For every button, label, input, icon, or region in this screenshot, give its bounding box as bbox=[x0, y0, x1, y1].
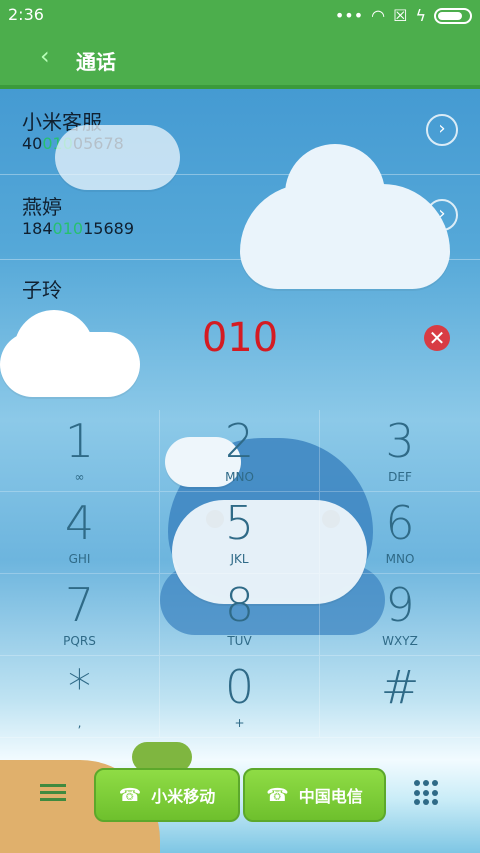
contact-name: 子玲 bbox=[22, 278, 62, 300]
dots-icon: ••• bbox=[334, 6, 364, 25]
key-3[interactable]: 3 DEF bbox=[320, 410, 480, 492]
charging-icon: ϟ bbox=[415, 6, 426, 25]
voicemail-icon: ∞ bbox=[74, 470, 85, 484]
sim1-label: 小米移动 bbox=[151, 787, 216, 806]
chevron-left-icon[interactable]: ‹ bbox=[40, 42, 50, 70]
bottom-bar: ☎ 小米移动 ☎ 中国电信 bbox=[0, 768, 480, 828]
number-suffix: 15689 bbox=[83, 219, 134, 238]
key-letters: + bbox=[234, 716, 245, 730]
key-digit: 1 bbox=[64, 414, 95, 468]
key-letters: MNO bbox=[225, 470, 254, 484]
key-digit: 3 bbox=[385, 414, 415, 468]
key-digit: 9 bbox=[385, 578, 415, 632]
dialpad: 1 ∞ 2 MNO 3 DEF 4 GHI 5 JKL 6 MNO 7 PQRS 8 TUV 9… bbox=[0, 410, 480, 738]
status-time: 2:36 bbox=[8, 5, 44, 24]
wifi-icon: ◠ bbox=[371, 6, 386, 25]
key-digit: # bbox=[380, 660, 420, 714]
key-letters: , bbox=[77, 716, 82, 730]
key-4[interactable]: 4 GHI bbox=[0, 492, 160, 574]
key-8[interactable]: 8 TUV bbox=[160, 574, 320, 656]
key-0[interactable]: 0 + bbox=[160, 656, 320, 738]
key-letters: MNO bbox=[385, 552, 415, 566]
page-title: 通话 bbox=[76, 50, 116, 74]
key-letters: DEF bbox=[388, 470, 412, 484]
dialpad-toggle-icon[interactable] bbox=[414, 780, 440, 806]
key-7[interactable]: 7 PQRS bbox=[0, 574, 160, 656]
key-6[interactable]: 6 MNO bbox=[320, 492, 480, 574]
backspace-icon[interactable]: ✕ bbox=[424, 325, 450, 351]
key-letters: TUV bbox=[227, 634, 252, 648]
key-9[interactable]: 9 WXYZ bbox=[320, 574, 480, 656]
call-sim2-button[interactable]: ☎ 中国电信 bbox=[243, 768, 386, 822]
key-hash[interactable]: # bbox=[320, 656, 480, 738]
key-2[interactable]: 2 MNO bbox=[160, 410, 320, 492]
key-digit: 8 bbox=[224, 578, 255, 632]
key-letters: GHI bbox=[68, 552, 91, 566]
phone-icon: ☎ bbox=[266, 784, 289, 806]
number-prefix: 184 bbox=[22, 219, 53, 238]
key-digit: 6 bbox=[385, 496, 415, 550]
key-letters: WXYZ bbox=[382, 634, 418, 648]
sim2-label: 中国电信 bbox=[298, 787, 363, 806]
key-digit: 2 bbox=[224, 414, 255, 468]
phone-icon: ☎ bbox=[118, 784, 142, 806]
contact-name: 燕婷 bbox=[22, 195, 62, 219]
sim-off-icon: ☒ bbox=[393, 6, 408, 25]
key-letters: PQRS bbox=[63, 634, 96, 648]
battery-icon bbox=[434, 7, 472, 24]
dialed-number: 010 bbox=[201, 315, 279, 361]
key-digit: 7 bbox=[64, 578, 95, 632]
cloud-decoration bbox=[55, 125, 180, 190]
menu-icon[interactable] bbox=[40, 780, 66, 802]
key-digit: 0 bbox=[224, 660, 255, 714]
call-sim1-button[interactable]: ☎ 小米移动 bbox=[94, 768, 240, 822]
contact-number: 18401015689 bbox=[22, 219, 134, 238]
header: ‹ 通话 bbox=[0, 30, 480, 89]
key-digit: 5 bbox=[224, 496, 255, 550]
key-digit: 4 bbox=[64, 496, 95, 550]
key-letters: JKL bbox=[230, 552, 249, 566]
dialer-entry: 010 ✕ bbox=[0, 315, 480, 373]
number-prefix: 40 bbox=[22, 134, 43, 153]
key-1[interactable]: 1 ∞ bbox=[0, 410, 160, 492]
number-highlight: 010 bbox=[52, 219, 84, 238]
status-bar: 2:36 ••• ◠ ☒ ϟ bbox=[0, 0, 480, 30]
key-star[interactable]: *, bbox=[0, 656, 160, 738]
contact-detail-button[interactable]: › bbox=[426, 114, 458, 146]
status-icons: ••• ◠ ☒ ϟ bbox=[335, 6, 472, 25]
key-5[interactable]: 5 JKL bbox=[160, 492, 320, 574]
key-digit: * bbox=[68, 660, 91, 714]
cloud-decoration bbox=[240, 144, 450, 289]
